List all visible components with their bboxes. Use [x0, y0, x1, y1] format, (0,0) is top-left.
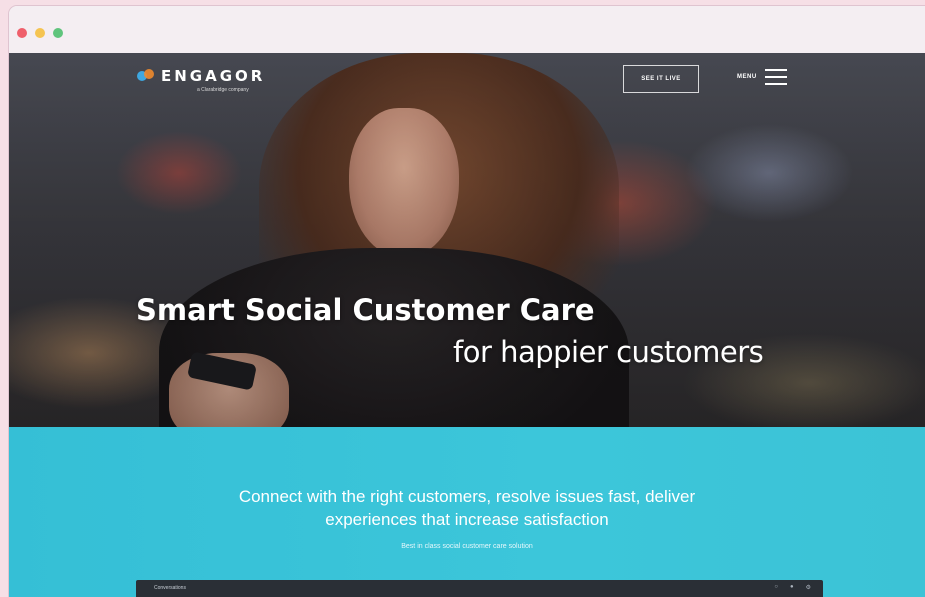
dashboard-preview: Conversations ○ ● ⚙: [136, 580, 823, 597]
dashboard-search-icon: ○: [774, 584, 778, 590]
menu-button[interactable]: MENU: [737, 69, 787, 85]
hero-subheadline: for happier customers: [453, 335, 764, 369]
maximize-window-button[interactable]: [53, 28, 63, 38]
intro-caption: Best in class social customer care solut…: [401, 543, 533, 550]
hero-headline: Smart Social Customer Care: [136, 293, 595, 327]
window-chrome: [9, 6, 925, 53]
tagline-line-2: experiences that increase satisfaction: [325, 510, 609, 529]
menu-label: MENU: [737, 74, 757, 80]
dashboard-user-icon: ●: [789, 584, 794, 590]
dashboard-title: Conversations: [154, 585, 186, 591]
logo-text: ENGAGOR: [161, 67, 266, 85]
see-it-live-button[interactable]: SEE IT LIVE: [623, 65, 699, 93]
hamburger-icon: [764, 69, 787, 85]
logo-mark-icon: [137, 69, 155, 83]
intro-tagline: Connect with the right customers, resolv…: [9, 485, 925, 531]
dashboard-toolbar: ○ ● ⚙: [774, 584, 811, 591]
dashboard-settings-icon: ⚙: [805, 585, 811, 591]
logo-subtext: a Clarabridge company: [197, 87, 249, 93]
site-logo[interactable]: ENGAGOR a Clarabridge company: [137, 67, 266, 93]
browser-window: ENGAGOR a Clarabridge company SEE IT LIV…: [9, 6, 925, 597]
minimize-window-button[interactable]: [35, 28, 45, 38]
intro-section: Connect with the right customers, resolv…: [9, 427, 925, 597]
hero-section: ENGAGOR a Clarabridge company SEE IT LIV…: [9, 53, 925, 427]
tagline-line-1: Connect with the right customers, resolv…: [238, 487, 696, 506]
hero-overlay: [9, 53, 925, 427]
close-window-button[interactable]: [17, 28, 27, 38]
